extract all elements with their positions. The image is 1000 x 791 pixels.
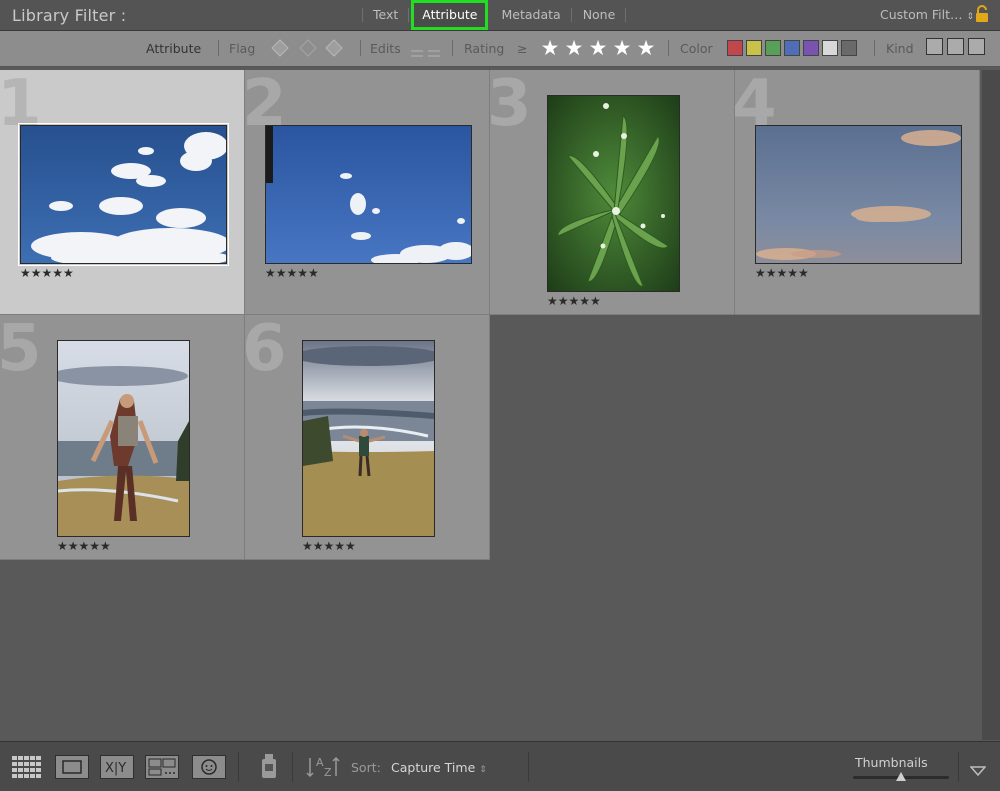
lock-icon[interactable] bbox=[974, 5, 990, 27]
rating-label: Rating bbox=[464, 41, 505, 56]
color-swatch[interactable] bbox=[841, 40, 857, 56]
kind-label: Kind bbox=[886, 41, 914, 56]
photo-cell[interactable]: 4 ★★★★★ bbox=[735, 70, 980, 315]
attribute-filter-bar: Attribute Flag Edits Rating ≥ ★ ★ ★ ★ ★ Colo… bbox=[0, 31, 1000, 67]
painter-icon[interactable] bbox=[259, 752, 279, 784]
photo-grid: 1 ★★★★★ 2 ★★★★★ 3 ★★★★★ 4 ★★★★★ 5 ★★★★★ 6 ★★★★★ bbox=[0, 70, 982, 740]
flag-label: Flag bbox=[229, 41, 256, 56]
rating-operator[interactable]: ≥ bbox=[517, 41, 527, 56]
color-swatch[interactable] bbox=[727, 40, 743, 56]
tab-attribute[interactable]: Attribute bbox=[411, 0, 489, 30]
divider bbox=[874, 40, 875, 56]
divider bbox=[668, 40, 669, 56]
photo-thumbnail[interactable] bbox=[18, 123, 229, 266]
people-view-button[interactable] bbox=[192, 755, 226, 779]
photo-thumbnail[interactable] bbox=[265, 125, 472, 264]
star-icon[interactable]: ★ bbox=[586, 36, 610, 60]
thumbnails-label: Thumbnails bbox=[855, 755, 928, 770]
sort-label: Sort: bbox=[351, 760, 381, 775]
photo-cell[interactable]: 6 ★★★★★ bbox=[245, 315, 490, 560]
star-icon[interactable]: ★ bbox=[634, 36, 658, 60]
star-icon[interactable]: ★ bbox=[562, 36, 586, 60]
divider bbox=[528, 752, 529, 782]
color-swatch[interactable] bbox=[803, 40, 819, 56]
sort-direction-icon[interactable]: A Z bbox=[304, 754, 342, 784]
photo-rating-stars[interactable]: ★★★★★ bbox=[57, 539, 111, 553]
toolbar-menu-arrow-icon[interactable] bbox=[969, 761, 987, 780]
photo-index-number: 5 bbox=[0, 315, 42, 386]
divider bbox=[452, 40, 453, 56]
library-filter-title: Library Filter : bbox=[12, 6, 127, 25]
sort-dropdown[interactable]: Capture Time ⇕ bbox=[391, 760, 487, 775]
photo-thumbnail[interactable] bbox=[755, 125, 962, 264]
photo-thumbnail[interactable] bbox=[57, 340, 190, 537]
photo-rating-stars[interactable]: ★★★★★ bbox=[547, 294, 601, 308]
divider bbox=[958, 752, 959, 782]
library-filter-bar: Library Filter : Text Attribute Metadata… bbox=[0, 0, 1000, 31]
scrollbar[interactable] bbox=[982, 70, 1000, 740]
photo-cell[interactable]: 5 ★★★★★ bbox=[0, 315, 245, 560]
photo-rating-stars[interactable]: ★★★★★ bbox=[755, 266, 809, 280]
photo-rating-stars[interactable]: ★★★★★ bbox=[265, 266, 319, 280]
photo-rating-stars[interactable]: ★★★★★ bbox=[20, 266, 74, 280]
color-swatch[interactable] bbox=[746, 40, 762, 56]
edits-label: Edits bbox=[370, 41, 401, 56]
sort-value: Capture Time bbox=[391, 760, 476, 775]
filter-tabs: Text Attribute Metadata None bbox=[362, 0, 626, 30]
photo-index-number: 3 bbox=[490, 70, 532, 141]
kind-virtual-copy-icon[interactable] bbox=[947, 38, 964, 55]
rating-stars-filter[interactable]: ★ ★ ★ ★ ★ bbox=[538, 36, 658, 60]
svg-text:Z: Z bbox=[324, 766, 332, 779]
tab-metadata[interactable]: Metadata bbox=[490, 0, 572, 30]
star-icon[interactable]: ★ bbox=[538, 36, 562, 60]
svg-text:A: A bbox=[316, 756, 324, 769]
compare-view-button[interactable]: X|Y bbox=[100, 755, 134, 779]
slider-knob[interactable] bbox=[896, 772, 906, 781]
photo-rating-stars[interactable]: ★★★★★ bbox=[302, 539, 356, 553]
divider bbox=[292, 752, 293, 782]
color-swatch[interactable] bbox=[765, 40, 781, 56]
photo-thumbnail[interactable] bbox=[547, 95, 680, 292]
updown-arrows-icon: ⇕ bbox=[479, 765, 487, 775]
divider bbox=[218, 40, 219, 56]
divider bbox=[238, 752, 239, 782]
attribute-label: Attribute bbox=[146, 41, 202, 56]
tab-none[interactable]: None bbox=[572, 0, 627, 30]
divider bbox=[360, 40, 361, 56]
filter-preset-dropdown[interactable]: Custom Filt… ⇕ bbox=[880, 7, 974, 22]
photo-thumbnail[interactable] bbox=[302, 340, 435, 537]
star-icon[interactable]: ★ bbox=[610, 36, 634, 60]
kind-video-icon[interactable] bbox=[968, 38, 985, 55]
survey-view-button[interactable] bbox=[145, 755, 179, 779]
flag-filter-icons[interactable] bbox=[270, 38, 346, 62]
grid-view-button[interactable] bbox=[10, 755, 44, 779]
tab-text[interactable]: Text bbox=[362, 0, 410, 30]
filter-preset-label: Custom Filt… bbox=[880, 7, 963, 22]
photo-index-number: 6 bbox=[245, 315, 287, 386]
loupe-view-button[interactable] bbox=[55, 755, 89, 779]
edits-filter-icons[interactable] bbox=[410, 44, 442, 63]
color-swatch[interactable] bbox=[822, 40, 838, 56]
color-swatch[interactable] bbox=[784, 40, 800, 56]
photo-cell[interactable]: 1 ★★★★★ bbox=[0, 70, 245, 315]
svg-text:X|Y: X|Y bbox=[105, 761, 126, 776]
thumbnail-size-slider[interactable] bbox=[853, 772, 949, 781]
color-label: Color bbox=[680, 41, 713, 56]
photo-cell[interactable]: 2 ★★★★★ bbox=[245, 70, 490, 315]
photo-cell[interactable]: 3 ★★★★★ bbox=[490, 70, 735, 315]
kind-master-icon[interactable] bbox=[926, 38, 943, 55]
updown-arrows-icon: ⇕ bbox=[966, 12, 975, 22]
bottom-toolbar: X|Y A Z Sort: Capture Time ⇕ Thumbnails bbox=[0, 741, 1000, 791]
